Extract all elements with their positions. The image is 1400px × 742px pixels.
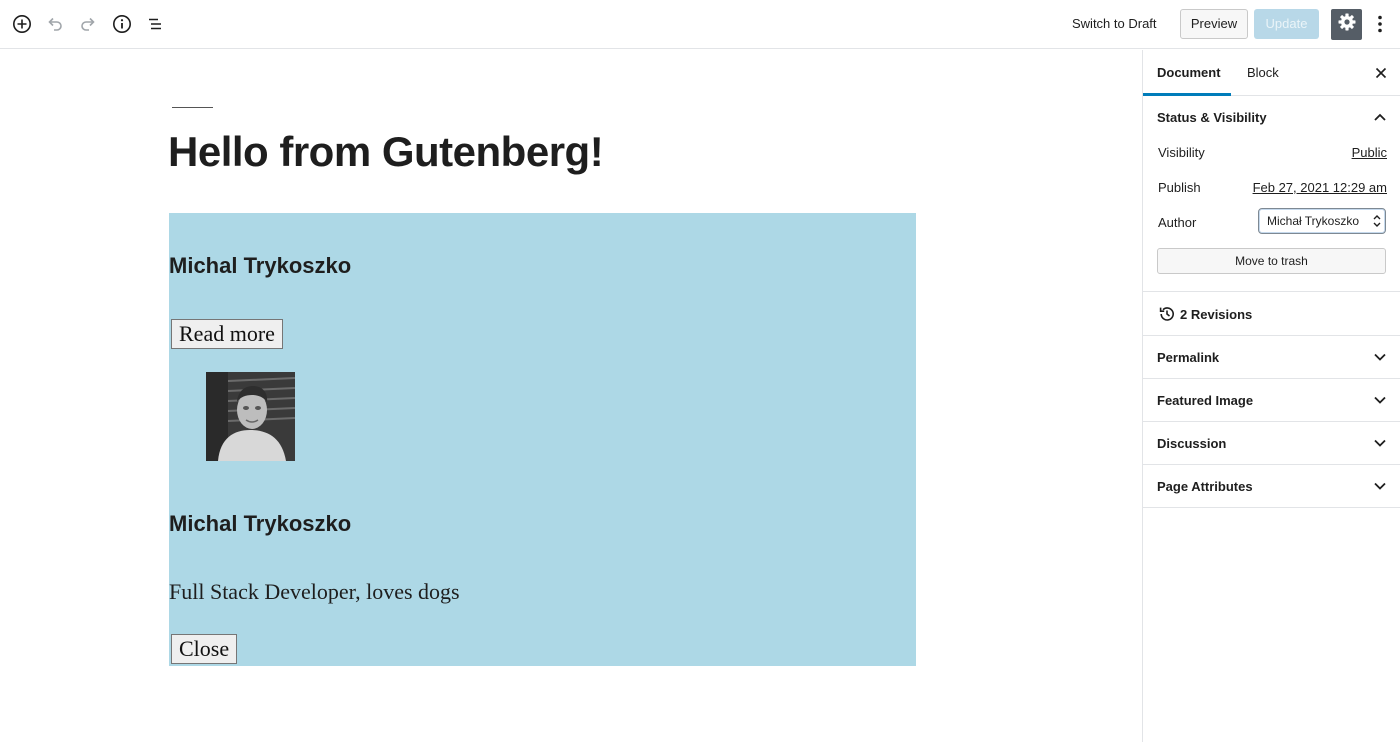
preview-button[interactable]: Preview (1180, 9, 1248, 39)
add-block-icon[interactable] (10, 12, 34, 36)
update-button[interactable]: Update (1254, 9, 1319, 39)
status-visibility-panel: Status & Visibility Visibility Public Pu… (1143, 96, 1400, 292)
list-view-icon[interactable] (143, 12, 167, 36)
chevron-down-icon[interactable] (1371, 477, 1389, 495)
tab-document[interactable]: Document (1143, 50, 1231, 96)
panel-title: Featured Image (1157, 393, 1254, 408)
panel-title[interactable]: Status & Visibility (1157, 110, 1267, 125)
publish-label: Publish (1158, 180, 1201, 195)
bio-text: Full Stack Developer, loves dogs (169, 579, 460, 604)
history-icon (1159, 307, 1174, 321)
avatar (206, 372, 295, 461)
publish-date-toggle[interactable]: Feb 27, 2021 12:29 am (1253, 180, 1387, 195)
discussion-panel[interactable]: Discussion (1143, 421, 1400, 465)
revisions-label: 2 Revisions (1180, 307, 1253, 322)
panel-title: Page Attributes (1157, 479, 1253, 494)
chevron-up-icon[interactable] (1371, 108, 1389, 126)
visibility-label: Visibility (1158, 145, 1205, 160)
read-more-button[interactable]: Read more (171, 319, 283, 349)
title-divider (172, 107, 213, 108)
chevron-down-icon[interactable] (1371, 391, 1389, 409)
settings-sidebar: Document Block Status & Visibility Visib… (1142, 50, 1400, 742)
close-icon[interactable] (1371, 63, 1391, 83)
move-to-trash-button[interactable]: Move to trash (1157, 248, 1386, 274)
visibility-toggle[interactable]: Public (1352, 145, 1387, 160)
info-icon[interactable] (110, 12, 134, 36)
post-title[interactable]: Hello from Gutenberg! (168, 128, 604, 176)
chevron-down-icon[interactable] (1371, 348, 1389, 366)
settings-button[interactable] (1331, 9, 1362, 40)
permalink-panel[interactable]: Permalink (1143, 335, 1400, 379)
undo-icon[interactable] (43, 12, 67, 36)
more-vertical-icon[interactable] (1370, 12, 1390, 36)
chevron-down-icon[interactable] (1371, 434, 1389, 452)
author-label: Author (1158, 215, 1197, 230)
custom-block[interactable]: Michal Trykoszko Read more Michal Trykos… (169, 213, 916, 666)
editor-canvas: Hello from Gutenberg! Michal Trykoszko R… (0, 50, 1142, 742)
editor-toolbar: Switch to Draft Preview Update (0, 0, 1400, 49)
featured-image-panel[interactable]: Featured Image (1143, 378, 1400, 422)
panel-title: Permalink (1157, 350, 1220, 365)
panel-title: Discussion (1157, 436, 1227, 451)
tab-block[interactable]: Block (1233, 50, 1293, 96)
switch-to-draft-button[interactable]: Switch to Draft (1066, 12, 1163, 36)
block-heading: Michal Trykoszko (169, 511, 352, 536)
block-heading: Michal Trykoszko (169, 253, 352, 278)
author-select[interactable]: Michał Trykoszko (1258, 208, 1386, 234)
sidebar-tabs: Document Block (1143, 50, 1400, 96)
gear-icon (1337, 12, 1357, 37)
revisions-link[interactable]: 2 Revisions (1143, 292, 1400, 336)
select-arrows-icon (1373, 215, 1381, 227)
page-attributes-panel[interactable]: Page Attributes (1143, 464, 1400, 508)
close-button[interactable]: Close (171, 634, 238, 664)
redo-icon[interactable] (76, 12, 100, 36)
author-select-value: Michał Trykoszko (1267, 214, 1360, 228)
